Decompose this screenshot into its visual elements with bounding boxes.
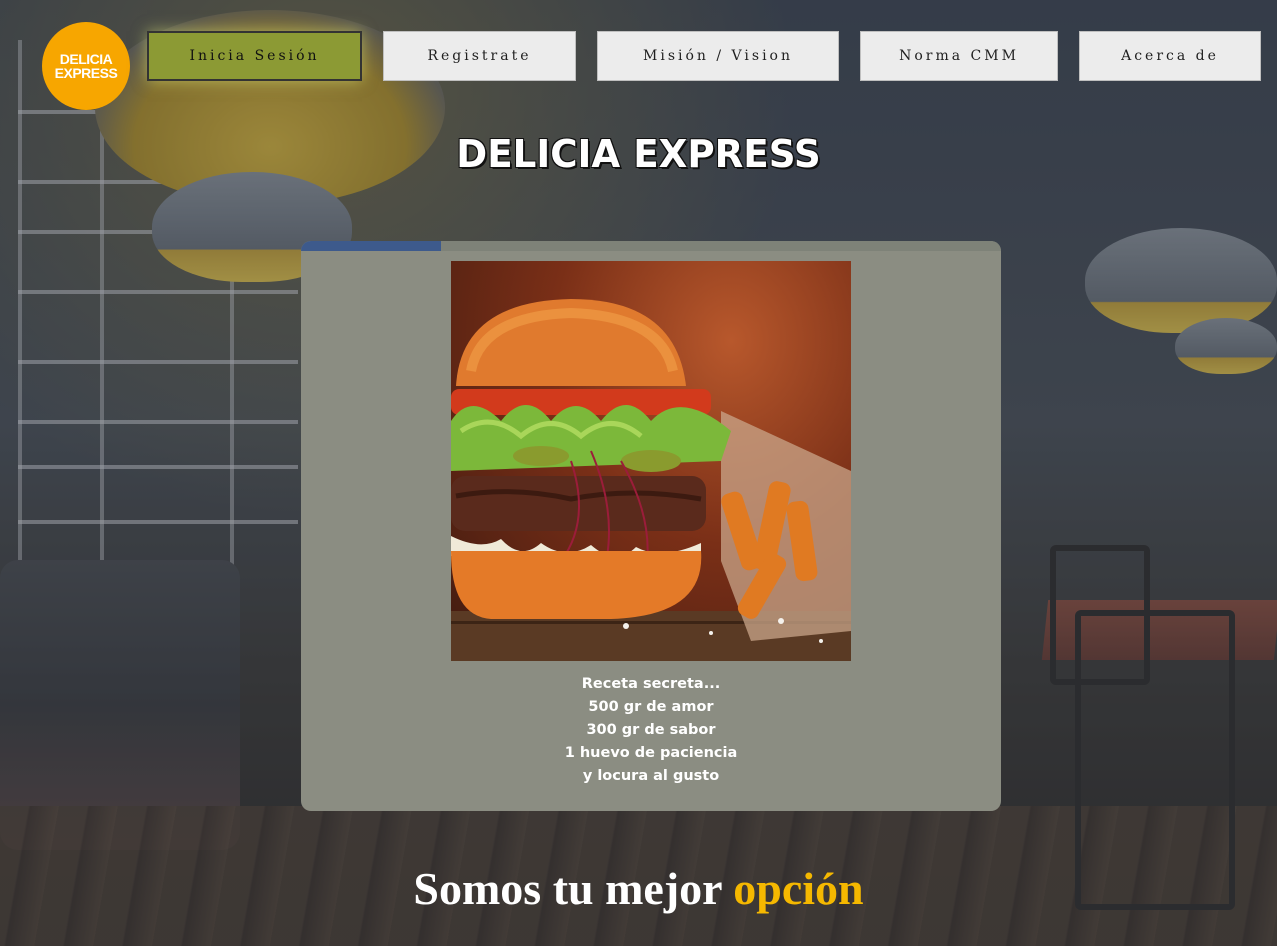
logo-line-1: DELICIA: [59, 51, 113, 67]
recipe-line: 500 gr de amor: [588, 699, 714, 715]
nav-label: Acerca de: [1121, 48, 1219, 64]
recipe-line: y locura al gusto: [582, 768, 720, 784]
recipe-line: Receta secreta...: [581, 676, 721, 692]
nav-button-norma-cmm[interactable]: Norma CMM: [860, 31, 1058, 81]
site-title: Delicia Express: [456, 132, 821, 176]
nav-label: Inicia Sesión: [189, 48, 320, 64]
slider-progress-track: [301, 241, 1001, 251]
tagline-main: Somos tu mejor: [413, 863, 734, 914]
burger-photo: [451, 261, 851, 661]
nav-button-registrate[interactable]: Registrate: [383, 31, 576, 81]
logo-line-2: EXPRESS: [54, 65, 118, 81]
tagline-accent: opción: [733, 863, 864, 914]
slider-progress-fill: [301, 241, 441, 251]
nav-button-inicia-sesion[interactable]: Inicia Sesión: [147, 31, 362, 81]
recipe-card: Receta secreta... 500 gr de amor 300 gr …: [301, 241, 1001, 811]
recipe-line: 1 huevo de paciencia: [564, 745, 738, 761]
nav-label: Registrate: [427, 48, 532, 64]
nav-label: Norma CMM: [899, 48, 1019, 64]
recipe-text: Receta secreta... 500 gr de amor 300 gr …: [301, 673, 1001, 788]
nav-button-acerca-de[interactable]: Acerca de: [1079, 31, 1261, 81]
nav-label: Misión / Vision: [643, 48, 793, 64]
nav-button-mision-vision[interactable]: Misión / Vision: [597, 31, 839, 81]
delicia-express-logo[interactable]: DELICIA EXPRESS: [42, 22, 130, 110]
recipe-line: 300 gr de sabor: [586, 722, 716, 738]
tagline: Somos tu mejor opción: [0, 862, 1277, 915]
